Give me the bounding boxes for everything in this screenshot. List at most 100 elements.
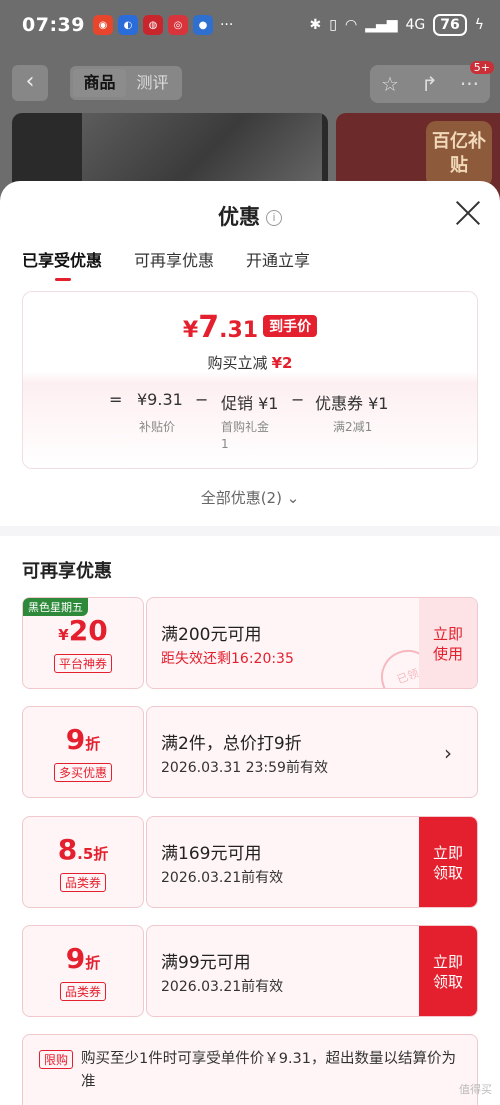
coupon-unit: 折 <box>85 954 101 972</box>
app-icon: ◐ <box>117 15 138 35</box>
share-icon[interactable]: ↱ <box>421 72 438 96</box>
coupon-amount-value: 9 <box>65 942 86 975</box>
promo-label: 首购礼金 <box>221 420 270 434</box>
action-line-2: 领取 <box>432 864 463 882</box>
coupon-condition: 满200元可用 <box>161 625 262 645</box>
coupon-type-label: 品类券 <box>59 982 107 1001</box>
sheet-title: 优惠 i <box>0 201 500 231</box>
price-summary-card: ¥7.31 到手价 购买立减 ¥2 = ¥9.31 补贴价 − 促销 ¥1 首购礼金… <box>22 291 478 469</box>
app-icon: ◍ <box>142 15 163 35</box>
reduce-value: ¥2 <box>271 354 293 372</box>
all-discounts-text: 全部优惠(2) <box>200 489 282 507</box>
charging-icon: ϟ <box>474 17 484 33</box>
coupon-unit: 折 <box>85 735 101 753</box>
chevron-down-icon: ⌄ <box>281 489 300 507</box>
tab-product[interactable]: 商品 <box>73 69 126 97</box>
battery-level: 76 <box>433 14 467 36</box>
coupon-card: 黑色星期五 ¥20 平台神券 满200元可用 距失效还剩16:20:35 已领 … <box>22 597 478 689</box>
app-icon: ● <box>192 15 213 35</box>
product-tab-switch: 商品 测评 <box>70 66 182 100</box>
weibo-icon: ◉ <box>92 15 113 35</box>
close-button[interactable] <box>454 199 482 227</box>
info-icon[interactable]: i <box>266 210 282 226</box>
action-line-1: 立即 <box>432 953 463 971</box>
coupon-unit: .5折 <box>77 845 109 863</box>
coupon-amount: ¥20 <box>23 614 143 647</box>
action-line-1: 立即 <box>432 844 463 862</box>
sheet-title-text: 优惠 <box>218 205 260 229</box>
coupon-value: 9折 多买优惠 <box>22 706 144 798</box>
base-price-label: 补贴价 <box>139 420 176 434</box>
coupon-countdown: 距失效还剩16:20:35 <box>161 651 294 667</box>
price-integer: 7 <box>198 310 220 345</box>
chevron-right-icon[interactable]: › <box>419 707 477 797</box>
product-topbar: ‹ 商品 测评 ☆ ↱ ··· 5+ <box>0 60 500 108</box>
use-now-button[interactable]: 立即 使用 <box>419 598 477 688</box>
price-decimal: .31 <box>219 318 259 343</box>
coupon-condition: 满99元可用 <box>161 953 251 973</box>
reduce-line: 购买立减 ¥2 <box>23 352 477 373</box>
coupon-value: 8.5折 品类券 <box>22 816 144 908</box>
coupon-amount-value: 9 <box>65 723 86 756</box>
bluetooth-icon: ✱ <box>309 17 322 33</box>
coupon-detail: 满99元可用 2026.03.21前有效 立即领取 <box>146 925 478 1017</box>
all-discounts-link[interactable]: 全部优惠(2) ⌄ <box>0 487 500 508</box>
message-badge: 5+ <box>469 61 494 74</box>
tab-review[interactable]: 测评 <box>126 69 179 97</box>
coupon-condition: 满169元可用 <box>161 844 262 864</box>
purchase-limit-notice: 限购 购买至少1件时可享受单件价￥9.31，超出数量以结算价为准 <box>22 1034 478 1105</box>
action-line-1: 立即 <box>432 625 463 643</box>
coupon-type-label: 平台神券 <box>53 654 113 673</box>
star-icon[interactable]: ☆ <box>381 72 399 96</box>
status-bar: 07:39 ◉ ◐ ◍ ◎ ● ··· ✱ ▯ ◠ ▂▄▆ 4G 76 ϟ <box>0 0 500 50</box>
coupon-amount-value: 8 <box>57 833 78 866</box>
action-line-2: 使用 <box>432 645 463 663</box>
coupon-card: 9折 品类券 满99元可用 2026.03.21前有效 立即领取 <box>22 925 478 1017</box>
coupon-condition: 满2件，总价打9折 <box>161 734 302 754</box>
coupon-amount: 8.5折 <box>23 833 143 866</box>
more-notifications-icon: ··· <box>219 17 234 33</box>
coupon-detail: 满200元可用 距失效还剩16:20:35 已领 立即 使用 <box>146 597 478 689</box>
coupon-validity: 2026.03.21前有效 <box>161 870 284 886</box>
discount-sheet: 优惠 i 已享受优惠 可再享优惠 开通立享 ¥7.31 到手价 购买立减 ¥2 = ¥… <box>0 181 500 1105</box>
sheet-tabs: 已享受优惠 可再享优惠 开通立享 <box>22 247 310 281</box>
back-button[interactable]: ‹ <box>12 65 48 101</box>
promo-label-2: 1 <box>221 437 229 451</box>
coupon-type-label: 多买优惠 <box>53 763 113 782</box>
minus-sign: − <box>195 390 209 409</box>
vibrate-icon: ▯ <box>329 17 337 33</box>
tab-activate[interactable]: 开通立享 <box>246 247 310 281</box>
divider <box>0 526 500 536</box>
equals-sign: = <box>109 390 123 409</box>
minus-sign: − <box>291 390 305 409</box>
coupon-amount: 9折 <box>23 942 143 975</box>
more-icon[interactable]: ··· <box>460 72 479 96</box>
coupon-currency: ¥ <box>58 626 69 644</box>
signal-icon: ▂▄▆ <box>365 17 398 33</box>
coupon-validity: 2026.03.21前有效 <box>161 979 284 995</box>
tab-enjoyed[interactable]: 已享受优惠 <box>22 247 102 281</box>
price-currency: ¥ <box>182 318 199 343</box>
coupon-amount: 优惠券 ¥1 <box>315 394 389 413</box>
action-line-2: 领取 <box>432 973 463 991</box>
base-price: ¥9.31 <box>137 390 183 409</box>
watermark: 值得买 <box>459 1083 492 1096</box>
claim-button[interactable]: 立即 领取 <box>419 817 477 907</box>
right-tools: ☆ ↱ ··· 5+ <box>370 61 494 103</box>
tab-more[interactable]: 可再享优惠 <box>134 247 214 281</box>
coupon-amount-value: 20 <box>68 614 108 647</box>
claim-button[interactable]: 立即 领取 <box>419 926 477 1016</box>
final-price: ¥7.31 到手价 <box>23 310 477 345</box>
coupon-type-label: 品类券 <box>59 873 107 892</box>
coupon-value: 黑色星期五 ¥20 平台神券 <box>22 597 144 689</box>
coupon-value: 9折 品类券 <box>22 925 144 1017</box>
coupon-amount: 9折 <box>23 723 143 756</box>
coupon-label: 满2减1 <box>333 420 373 434</box>
coupon-card: 8.5折 品类券 满169元可用 2026.03.21前有效 立即领取 <box>22 816 478 908</box>
limit-text: 购买至少1件时可享受单件价￥9.31，超出数量以结算价为准 <box>81 1051 457 1090</box>
subsidy-badge: 百亿补贴 <box>426 121 492 187</box>
network-type: 4G <box>405 17 426 33</box>
coupon-detail[interactable]: 满2件，总价打9折 2026.03.31 23:59前有效 › <box>146 706 478 798</box>
section-title: 可再享优惠 <box>22 561 112 582</box>
coupon-card: 9折 多买优惠 满2件，总价打9折 2026.03.31 23:59前有效 › <box>22 706 478 798</box>
